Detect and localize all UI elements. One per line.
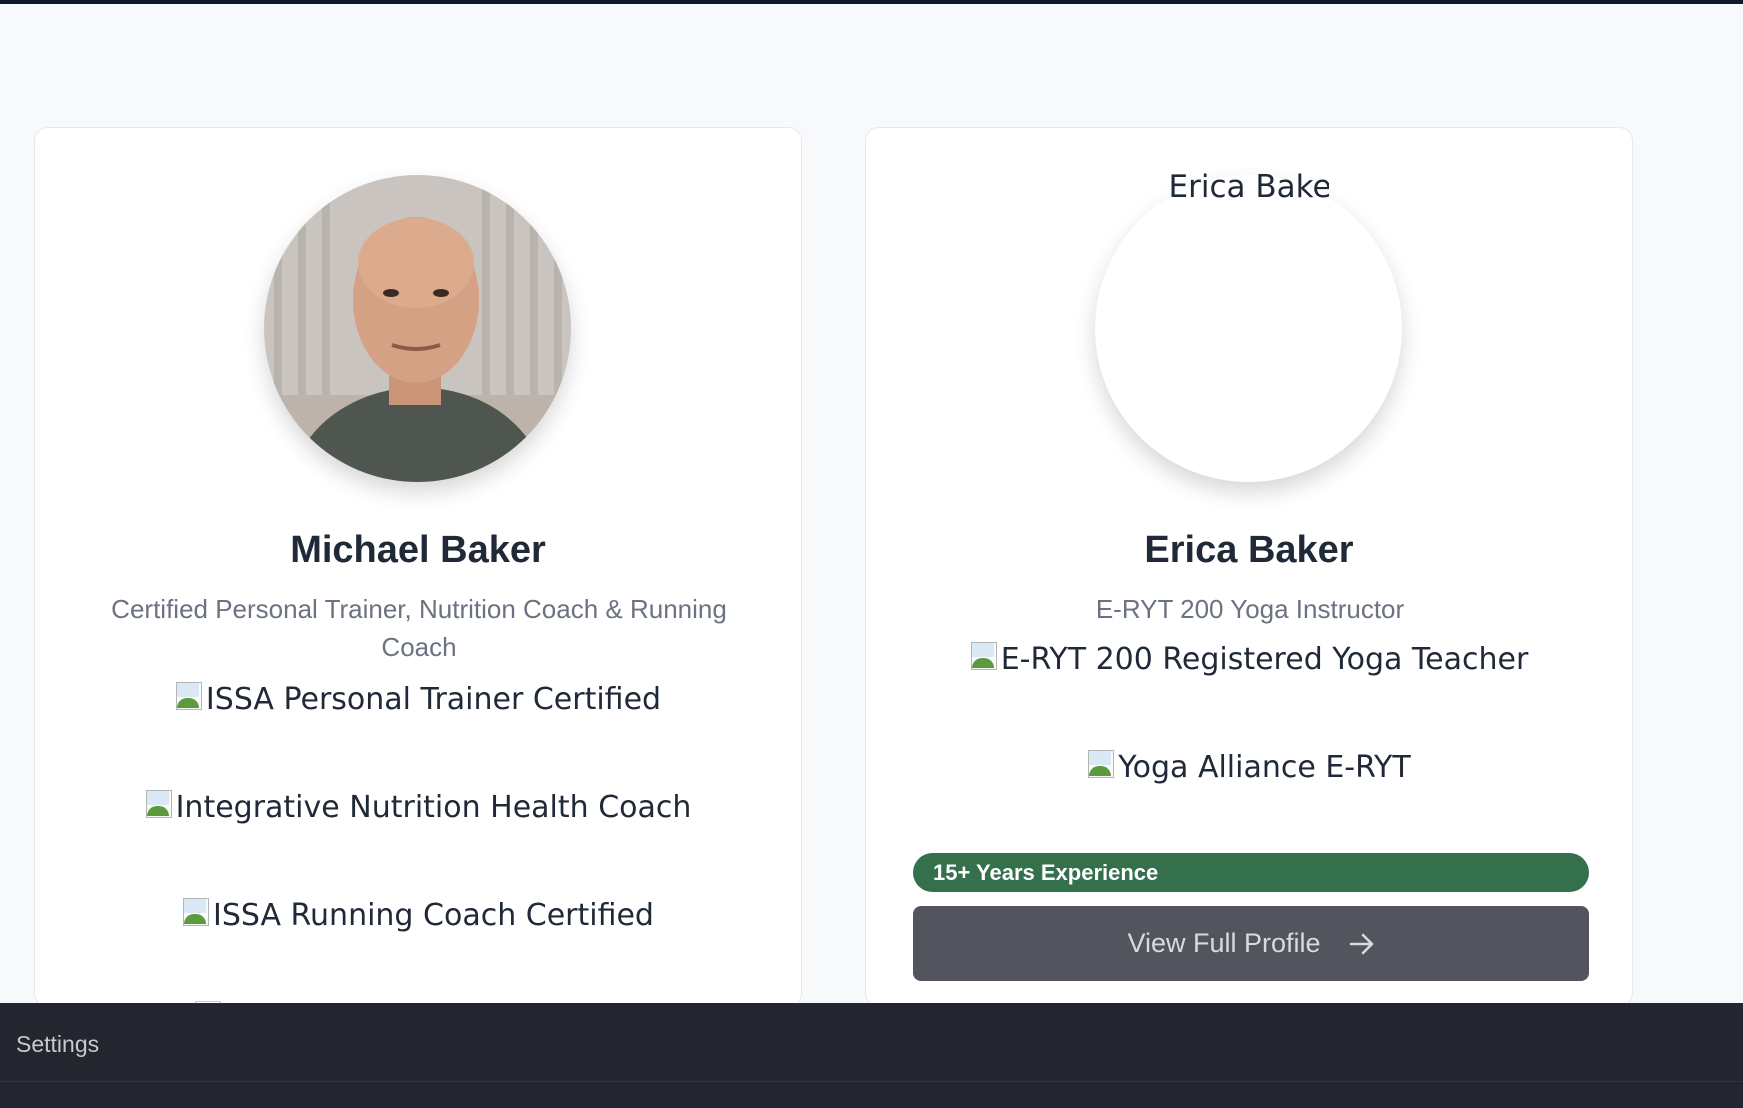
profile-photo-alt: Erica Baker — [1168, 169, 1329, 203]
broken-image-icon — [1087, 750, 1117, 780]
profile-card-erica[interactable]: Erica Baker Erica Baker E-RYT 200 Yoga I… — [865, 127, 1633, 1007]
certification-badge: ISSA Running Coach Certified — [35, 898, 801, 933]
trainer-role: E-RYT 200 Yoga Instructor — [1095, 594, 1405, 624]
certification-badge: Integrative Nutrition Health Coach — [35, 790, 801, 825]
settings-link[interactable]: Settings — [16, 1031, 99, 1058]
certification-badge: Yoga Alliance E-RYT — [866, 750, 1632, 785]
broken-image-icon — [182, 898, 212, 928]
certification-badge: ISSA Personal Trainer Certified — [35, 682, 801, 717]
top-border — [0, 0, 1743, 4]
avatar — [264, 175, 571, 482]
trainer-role: Certified Personal Trainer, Nutrition Co… — [111, 594, 727, 662]
profile-photo — [264, 175, 571, 482]
arrow-right-icon — [1349, 933, 1373, 954]
trainer-name: Michael Baker — [290, 529, 546, 571]
view-full-profile-label: View Full Profile — [1127, 928, 1321, 958]
trainer-name: Erica Baker — [1144, 529, 1354, 571]
profile-card-michael[interactable]: Michael Baker Certified Personal Trainer… — [34, 127, 802, 1007]
experience-badge: 15+ Years Experience — [913, 853, 1589, 892]
view-full-profile-button[interactable]: View Full Profile — [913, 906, 1589, 981]
footer-bar: Settings — [0, 1003, 1743, 1108]
broken-image-icon — [145, 790, 175, 820]
broken-image-icon — [175, 682, 205, 712]
avatar: Erica Baker — [1095, 169, 1402, 482]
footer-divider — [0, 1081, 1743, 1082]
certification-badge: E-RYT 200 Registered Yoga Teacher — [866, 642, 1632, 677]
broken-image-icon — [970, 642, 1000, 672]
